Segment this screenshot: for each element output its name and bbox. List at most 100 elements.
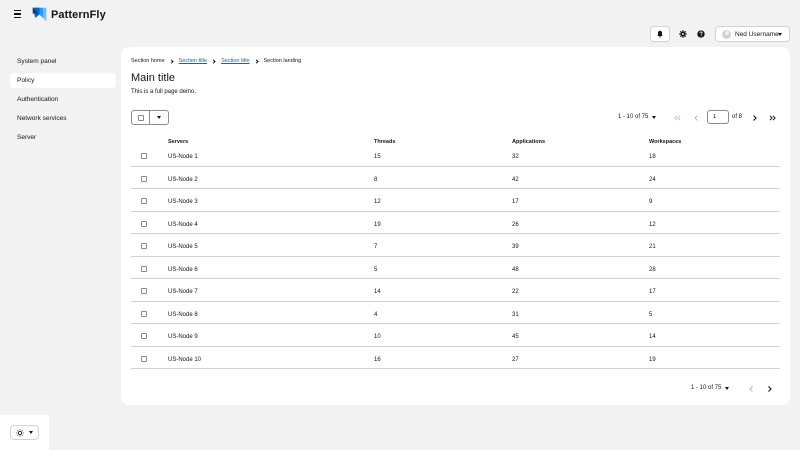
row-select-checkbox[interactable] [141,355,147,362]
masthead: PatternFly Ned Username [0,0,800,46]
last-page-button[interactable] [766,112,778,124]
angle-double-right-icon [769,115,776,121]
table-row: US-Node 4 19 26 12 [131,212,780,234]
bulk-select-checkbox[interactable] [132,111,150,124]
breadcrumb-item-section-home: Section home [131,58,165,64]
previous-page-button[interactable] [690,112,702,124]
table-row: US-Node 8 4 31 5 [131,302,780,324]
chevron-right-icon [169,58,174,64]
sun-icon [16,428,24,437]
breadcrumb: Section home Section title Section title… [131,58,301,64]
pagination-range: 1 - 10 of 75 [691,385,722,391]
workspaces-count: 24 [649,176,656,183]
theme-toggle-button[interactable] [10,425,39,440]
row-select-checkbox[interactable] [141,175,147,182]
bulk-select [131,110,169,125]
server-name: US-Node 8 [168,311,198,318]
workspaces-count: 21 [649,244,656,250]
user-dropdown[interactable]: Ned Username [715,26,790,42]
server-name: US-Node 9 [168,334,198,340]
threads-count: 15 [374,154,381,160]
caret-down-icon [778,33,782,36]
page-title: Main title [131,72,176,84]
server-name: US-Node 7 [168,289,198,295]
previous-page-button[interactable] [745,383,757,395]
server-name: US-Node 3 [168,199,198,205]
next-page-button[interactable] [763,383,775,395]
applications-count: 42 [512,176,519,183]
gear-icon [679,30,687,38]
help-button[interactable] [691,26,711,42]
first-page-button[interactable] [671,112,683,124]
row-select-checkbox[interactable] [141,265,147,272]
table-row: US-Node 9 10 45 14 [131,324,780,347]
applications-count: 31 [512,311,519,318]
row-select-checkbox[interactable] [141,333,147,339]
avatar [722,29,731,39]
angle-left-icon [748,386,753,392]
angle-right-icon [752,115,757,121]
table-row: US-Node 7 14 22 17 [131,279,780,302]
server-name: US-Node 6 [168,266,198,273]
main-content: Section home Section title Section title… [121,47,790,405]
sidebar-item-server[interactable]: Server [10,130,116,145]
pagination-range: 1 - 10 of 75 [618,114,649,120]
bulk-select-toggle[interactable] [150,111,168,124]
row-select-checkbox[interactable] [141,198,147,204]
threads-count: 16 [374,356,381,363]
applications-count: 22 [512,289,519,295]
applications-count: 32 [512,154,519,160]
brand-logo[interactable]: PatternFly [31,6,106,23]
applications-count: 48 [512,266,519,273]
page-description: This is a full page demo. [131,89,197,95]
checkbox[interactable] [137,114,144,121]
next-page-button[interactable] [748,112,760,124]
row-select-checkbox[interactable] [141,220,147,227]
row-select-checkbox[interactable] [141,153,147,159]
threads-count: 4 [374,311,378,318]
angle-right-icon [767,386,772,392]
breadcrumb-link-section-title-2[interactable]: Section title [221,58,249,64]
breadcrumb-link-section-title-1[interactable]: Section title [179,58,207,64]
page-number-input[interactable] [707,110,729,124]
applications-count: 17 [512,199,519,205]
applications-count: 45 [512,334,519,340]
threads-count: 12 [374,199,381,205]
row-select-checkbox[interactable] [141,288,147,294]
pagination-options-toggle-top[interactable]: 1 - 10 of 75 [618,114,657,120]
workspaces-count: 12 [649,221,656,228]
threads-count: 7 [374,244,378,250]
table-row: US-Node 6 5 48 28 [131,257,780,279]
table-row: US-Node 1 15 32 18 [131,144,780,167]
workspaces-count: 5 [649,311,653,318]
sidebar-item-network-services[interactable]: Network services [10,111,116,126]
pagination-options-toggle-bottom[interactable]: 1 - 10 of 75 [691,385,730,391]
table-row: US-Node 10 16 27 19 [131,347,780,369]
table-row: US-Node 5 7 39 21 [131,234,780,257]
brand-name: PatternFly [51,8,106,21]
notifications-button[interactable] [650,26,670,42]
workspaces-count: 19 [649,356,656,363]
server-name: US-Node 10 [168,356,202,363]
workspaces-count: 9 [649,199,653,205]
table-row: US-Node 2 8 42 24 [131,167,780,189]
server-name: US-Node 2 [168,176,198,183]
chevron-right-icon [253,58,259,64]
threads-count: 8 [374,176,378,183]
settings-button[interactable] [673,26,693,42]
row-select-checkbox[interactable] [141,243,147,249]
hamburger-icon[interactable] [13,9,23,19]
angle-double-left-icon [673,115,680,121]
sidebar-item-policy[interactable]: Policy [10,73,116,88]
threads-count: 5 [374,266,378,273]
user-name: Ned Username [735,30,779,38]
sidebar-item-system-panel[interactable]: System panel [10,54,116,69]
threads-count: 19 [374,221,381,228]
sidebar-item-authentication[interactable]: Authentication [10,92,116,107]
table-row: US-Node 3 12 17 9 [131,189,780,212]
workspaces-count: 14 [649,334,656,340]
chevron-right-icon [211,58,216,64]
question-circle-icon [697,30,705,38]
row-select-checkbox[interactable] [141,310,147,317]
theme-panel [0,415,49,450]
